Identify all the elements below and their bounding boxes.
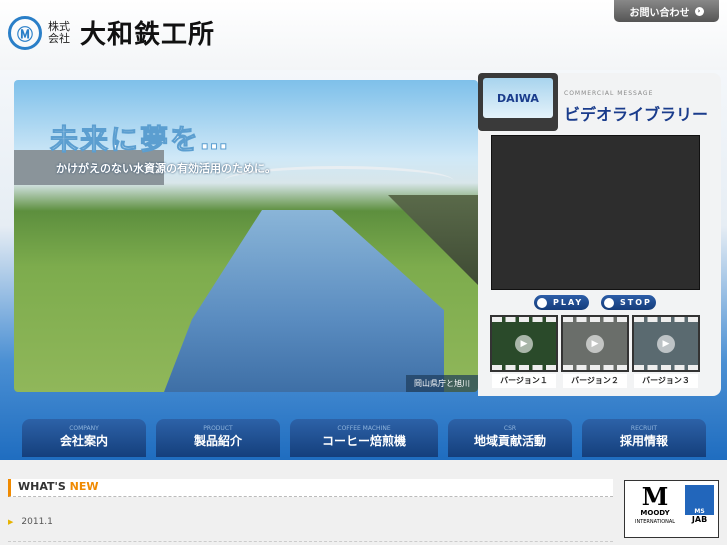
heading-b: NEW xyxy=(69,480,99,493)
nav-company[interactable]: COMPANY 会社案内 xyxy=(22,419,146,457)
company-logo[interactable]: Ⓜ 株式 会社 大和鉄工所 xyxy=(8,14,215,51)
hero-subline: かけがえのない水資源の有効活用のために。 xyxy=(56,162,276,175)
nav-recruit[interactable]: RECRUIT 採用情報 xyxy=(582,419,706,457)
nav-en: PRODUCT xyxy=(203,425,233,432)
nav-csr[interactable]: CSR 地域貢献活動 xyxy=(448,419,572,457)
hero-caption: 岡山県庁と旭川 xyxy=(406,375,478,392)
jab-logo: MS JAB xyxy=(685,485,714,533)
nav-coffee-machine[interactable]: COFFEE MACHINE コーヒー焙煎機 xyxy=(290,419,438,457)
whats-new-heading: WHAT'S NEW xyxy=(8,479,613,497)
main-nav: COMPANY 会社案内 PRODUCT 製品紹介 COFFEE MACHINE コー… xyxy=(22,419,706,457)
play-icon: ▶ xyxy=(515,334,533,353)
bank-shape xyxy=(388,195,478,285)
news-date: 2011.1 xyxy=(21,517,53,527)
nav-ja: コーヒー焙煎機 xyxy=(321,434,406,448)
bullet-icon: ▶ xyxy=(8,518,14,526)
contact-label: お問い合わせ xyxy=(629,7,690,19)
nav-ja: 製品紹介 xyxy=(193,434,242,448)
moody-label: MOODY xyxy=(640,509,670,517)
play-icon xyxy=(537,297,547,308)
video-kicker: COMMERCIAL MESSAGE xyxy=(564,90,654,97)
stop-button[interactable]: STOP xyxy=(601,295,656,310)
ms-label: MS xyxy=(685,485,714,515)
company-name: 大和鉄工所 xyxy=(80,20,216,50)
logo-prefix: 株式 会社 xyxy=(48,19,70,45)
river-shape xyxy=(164,210,444,392)
jab-label: JAB xyxy=(691,515,708,524)
video-title: ビデオライブラリー xyxy=(564,105,709,124)
video-player[interactable] xyxy=(491,135,700,290)
nav-en: CSR xyxy=(503,425,517,432)
play-label: PLAY xyxy=(553,298,584,307)
video-library: DAIWA COMMERCIAL MESSAGE ビデオライブラリー PLAY … xyxy=(478,73,721,396)
nav-en: COMPANY xyxy=(69,425,99,432)
hero-image: 未来に夢を… かけがえのない水資源の有効活用のために。 岡山県庁と旭川 xyxy=(14,80,478,392)
version-label: バージョン２ xyxy=(563,374,627,388)
contact-button[interactable]: お問い合わせ › xyxy=(614,0,719,22)
certification-logo[interactable]: M MOODY INTERNATIONAL MS JAB xyxy=(624,480,719,538)
nav-ja: 会社案内 xyxy=(59,434,108,448)
chevron-right-icon: › xyxy=(694,6,704,16)
divider xyxy=(8,541,613,542)
intl-label: INTERNATIONAL xyxy=(634,519,676,525)
version-2-thumbnail[interactable]: ▶ バージョン２ xyxy=(561,315,629,388)
hero-headline: 未来に夢を… xyxy=(49,123,231,157)
news-item[interactable]: ▶ 2011.1 xyxy=(8,517,53,527)
nav-en: RECRUIT xyxy=(630,425,658,432)
nav-ja: 採用情報 xyxy=(619,434,668,448)
nav-en: COFFEE MACHINE xyxy=(337,425,391,432)
play-icon: ▶ xyxy=(586,334,604,353)
moody-logo: M MOODY INTERNATIONAL xyxy=(634,482,676,526)
nav-ja: 地域貢献活動 xyxy=(473,434,546,448)
heading-a: WHAT'S xyxy=(18,480,66,493)
tv-label: DAIWA xyxy=(483,78,553,118)
stop-label: STOP xyxy=(620,298,652,307)
version-label: バージョン３ xyxy=(634,374,698,388)
stop-icon xyxy=(604,297,614,308)
nav-product[interactable]: PRODUCT 製品紹介 xyxy=(156,419,280,457)
tv-icon: DAIWA xyxy=(478,73,558,131)
version-label: バージョン１ xyxy=(492,374,556,388)
version-3-thumbnail[interactable]: ▶ バージョン３ xyxy=(632,315,700,388)
logo-mark-icon: Ⓜ xyxy=(8,15,42,50)
version-1-thumbnail[interactable]: ▶ バージョン１ xyxy=(490,315,558,388)
play-icon: ▶ xyxy=(657,334,675,353)
play-button[interactable]: PLAY xyxy=(534,295,589,310)
